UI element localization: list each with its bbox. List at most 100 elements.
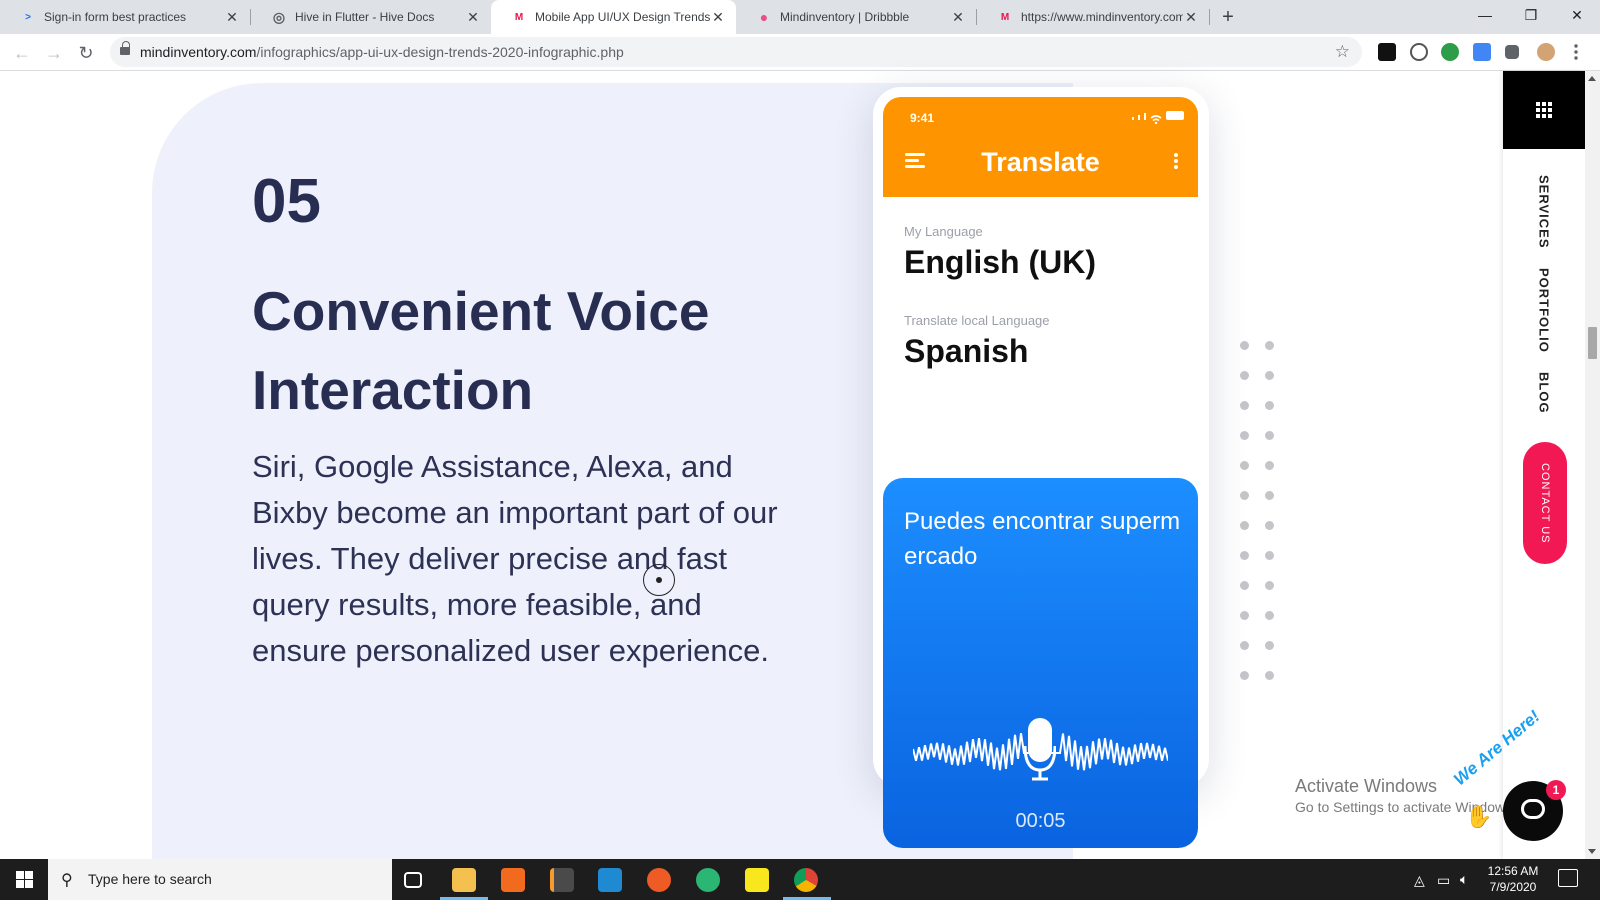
decor-dot: [1240, 341, 1249, 350]
dribbble-icon: ●: [759, 9, 769, 25]
recording-timer: 00:05: [1015, 810, 1066, 832]
chrome-icon[interactable]: [794, 868, 818, 892]
url-text[interactable]: mindinventory.com/infographics/app-ui-ux…: [140, 44, 624, 60]
close-tab-icon[interactable]: ✕: [950, 9, 966, 26]
mindinventory-icon: M: [1000, 11, 1010, 23]
taskbar-clock[interactable]: 12:56 AM 7/9/2020: [1480, 863, 1546, 895]
scroll-down-arrow[interactable]: [1588, 849, 1596, 854]
translate-icon[interactable]: [1473, 43, 1491, 61]
xampp-icon[interactable]: [501, 868, 525, 892]
reload-button[interactable]: ↻: [74, 41, 98, 65]
puzzle-icon[interactable]: [1505, 45, 1519, 59]
tab-mindinventory-site[interactable]: M https://www.mindinventory.com/ ✕: [977, 0, 1209, 34]
decor-dot: [1240, 371, 1249, 380]
tab-mobile-app-trends[interactable]: M Mobile App UI/UX Design Trends ✕: [491, 0, 736, 34]
tab-hive-docs[interactable]: ◎ Hive in Flutter - Hive Docs ✕: [251, 0, 491, 34]
grid-menu-button[interactable]: [1503, 71, 1585, 149]
decor-dot: [1265, 491, 1274, 500]
chat-icon: [1521, 799, 1545, 819]
vscode-icon[interactable]: [598, 868, 622, 892]
address-bar[interactable]: mindinventory.com/infographics/app-ui-ux…: [110, 37, 1362, 67]
close-window-button[interactable]: ✕: [1554, 0, 1600, 30]
sublime-text-icon[interactable]: [550, 868, 574, 892]
decor-dot: [1265, 461, 1274, 470]
taskbar-search[interactable]: ⚲ Type here to search: [48, 859, 392, 900]
bookmark-star-icon[interactable]: ☆: [1335, 42, 1350, 62]
new-tab-button[interactable]: +: [1215, 4, 1241, 30]
contact-us-button[interactable]: CONTACT US: [1523, 442, 1567, 564]
signal-icon: [1144, 113, 1146, 120]
mouse-cursor: [643, 564, 675, 596]
activate-title: Activate Windows: [1295, 776, 1438, 796]
decor-dot: [1265, 551, 1274, 560]
action-center-icon[interactable]: [1558, 869, 1578, 887]
search-placeholder: Type here to search: [88, 871, 212, 887]
more-options-icon[interactable]: [1174, 153, 1178, 169]
signal-icon: [1138, 115, 1140, 120]
network-icon[interactable]: ◬: [1414, 872, 1425, 900]
notion-icon[interactable]: [1378, 43, 1396, 61]
mindinventory-icon: M: [514, 11, 524, 23]
lock-icon[interactable]: [120, 41, 130, 57]
status-time: 9:41: [910, 111, 935, 125]
back-button[interactable]: ←: [10, 41, 34, 65]
url-path: /infographics/app-ui-ux-design-trends-20…: [256, 44, 624, 60]
decor-dot: [1265, 641, 1274, 650]
decor-dot: [1240, 461, 1249, 470]
wordpress-icon[interactable]: [1410, 43, 1428, 61]
tab-title: Sign-in form best practices: [44, 10, 187, 24]
decor-dot: [1265, 611, 1274, 620]
decor-dot: [1265, 431, 1274, 440]
windows-taskbar: ⚲ Type here to search ◬ ▭ 🔈︎ 12:56 AM 7/…: [0, 859, 1600, 900]
microphone-icon[interactable]: [1023, 716, 1057, 782]
close-tab-icon[interactable]: ✕: [710, 9, 726, 26]
decor-dot: [1265, 671, 1274, 680]
close-tab-icon[interactable]: ✕: [465, 9, 481, 26]
close-tab-icon[interactable]: ✕: [1183, 9, 1199, 26]
tab-mindinventory-dribbble[interactable]: ● Mindinventory | Dribbble ✕: [736, 0, 976, 34]
tab-signin-form[interactable]: > Sign-in form best practices ✕: [0, 0, 250, 34]
close-tab-icon[interactable]: ✕: [224, 9, 240, 26]
clock-time: 12:56 AM: [1487, 864, 1539, 878]
scroll-up-arrow[interactable]: [1588, 76, 1596, 81]
file-explorer-icon[interactable]: [452, 868, 476, 892]
volume-icon[interactable]: 🔈︎: [1460, 871, 1468, 900]
browser-toolbar: ← → ↻ mindinventory.com/infographics/app…: [0, 34, 1600, 71]
task-view-icon[interactable]: [404, 872, 422, 888]
section-heading: Convenient Voice Interaction: [252, 280, 710, 421]
decor-dot: [1265, 371, 1274, 380]
decor-dot: [1265, 581, 1274, 590]
decor-dot: [1240, 551, 1249, 560]
minimize-button[interactable]: —: [1462, 0, 1508, 30]
profile-avatar[interactable]: [1537, 43, 1555, 61]
nav-portfolio[interactable]: PORTFOLIO: [1537, 268, 1552, 353]
section-number: 05: [252, 167, 321, 236]
battery-tray-icon[interactable]: ▭: [1437, 872, 1450, 900]
battery-icon: [1166, 111, 1184, 120]
sticky-notes-icon[interactable]: [745, 868, 769, 892]
nav-services[interactable]: SERVICES: [1537, 175, 1552, 249]
decor-dot: [1240, 611, 1249, 620]
chatgpt-like-icon[interactable]: [696, 868, 720, 892]
transcript-text: Puedes encontrar supermercado: [904, 508, 1181, 570]
target-language-value[interactable]: Spanish: [904, 333, 1028, 370]
postman-icon[interactable]: [647, 868, 671, 892]
start-button[interactable]: [0, 859, 48, 900]
tab-title: https://www.mindinventory.com/: [1021, 10, 1183, 24]
my-language-value[interactable]: English (UK): [904, 244, 1096, 281]
tab-title: Mobile App UI/UX Design Trends: [535, 10, 710, 24]
clock-date: 7/9/2020: [1489, 880, 1537, 894]
url-domain: mindinventory.com: [140, 44, 257, 60]
screen: > Sign-in form best practices ✕ ◎ Hive i…: [0, 0, 1600, 900]
app-header: 9:41 Translate: [883, 97, 1198, 197]
scroll-thumb[interactable]: [1588, 327, 1597, 359]
maximize-button[interactable]: ❐: [1508, 0, 1554, 30]
earth-icon[interactable]: [1441, 43, 1459, 61]
nav-blog[interactable]: BLOG: [1537, 372, 1552, 414]
decor-dot: [1240, 491, 1249, 500]
more-icon[interactable]: [1574, 43, 1578, 61]
page-scrollbar[interactable]: [1585, 71, 1600, 859]
app-title: Translate: [981, 147, 1100, 177]
forward-button[interactable]: →: [42, 41, 66, 65]
decor-dot: [1240, 401, 1249, 410]
